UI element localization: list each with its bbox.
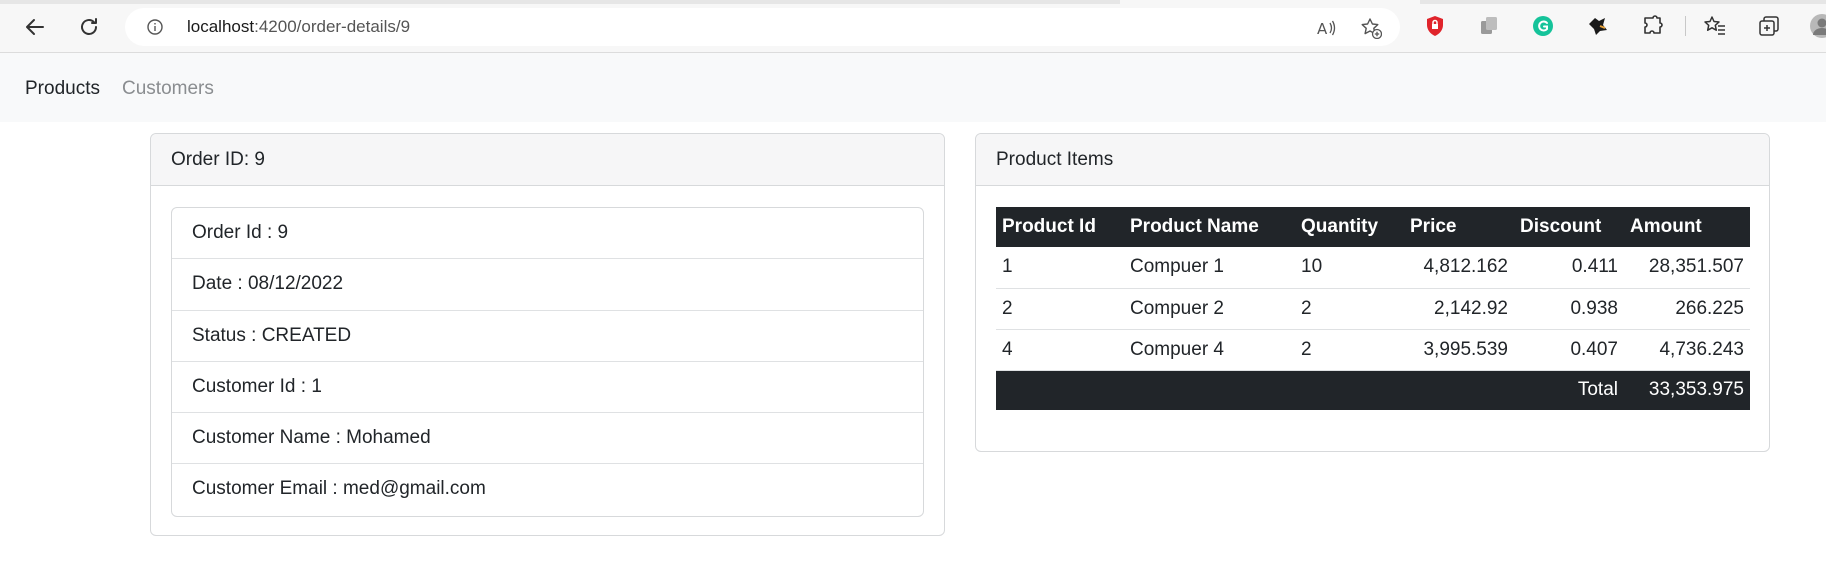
cell-product-id: 1 <box>996 247 1124 289</box>
order-card: Order ID: 9 Order Id : 9 Date : 08/12/20… <box>150 133 945 536</box>
info-icon[interactable] <box>147 19 163 35</box>
total-label: Total <box>996 370 1624 410</box>
cell-quantity: 2 <box>1295 329 1404 371</box>
cell-price: 2,142.92 <box>1404 288 1514 330</box>
cell-product-name: Compuer 4 <box>1124 329 1295 371</box>
column-header-amount: Amount <box>1624 207 1750 247</box>
active-tab-edge <box>1120 0 1420 4</box>
table-row: 4 Compuer 4 2 3,995.539 0.407 4,736.243 <box>996 329 1750 371</box>
cell-amount: 266.225 <box>1624 288 1750 330</box>
cell-product-id: 2 <box>996 288 1124 330</box>
read-aloud-icon[interactable]: A <box>1315 17 1337 39</box>
table-row: 2 Compuer 2 2 2,142.92 0.938 266.225 <box>996 288 1750 330</box>
order-date-item: Date : 08/12/2022 <box>172 259 923 311</box>
table-row: 1 Compuer 1 10 4,812.162 0.411 28,351.50… <box>996 247 1750 289</box>
cell-price: 4,812.162 <box>1404 247 1514 289</box>
collections-icon[interactable] <box>1757 14 1781 38</box>
favorites-icon[interactable] <box>1703 14 1727 38</box>
customer-name-item: Customer Name : Mohamed <box>172 413 923 465</box>
nav-link-products[interactable]: Products <box>25 78 100 100</box>
product-items-table: Product Id Product Name Quantity Price D… <box>996 207 1750 410</box>
product-items-title: Product Items <box>996 149 1114 170</box>
cell-discount: 0.407 <box>1514 329 1624 371</box>
product-items-card: Product Items Product Id Product Name Qu… <box>975 133 1770 452</box>
cell-amount: 28,351.507 <box>1624 247 1750 289</box>
grammarly-icon[interactable] <box>1531 14 1555 38</box>
svg-text:A: A <box>1317 20 1328 38</box>
cell-product-name: Compuer 1 <box>1124 247 1295 289</box>
cell-product-id: 4 <box>996 329 1124 371</box>
add-favorite-icon[interactable] <box>1360 17 1382 39</box>
table-header-row: Product Id Product Name Quantity Price D… <box>996 207 1750 247</box>
address-bar[interactable]: localhost:4200/order-details/9 A <box>125 8 1400 46</box>
url-path: :4200/order-details/9 <box>254 17 411 36</box>
toolbar-separator <box>1685 16 1686 36</box>
column-header-product-name: Product Name <box>1124 207 1295 247</box>
puzzle-extension-icon[interactable] <box>1586 14 1610 38</box>
profile-avatar-icon[interactable] <box>1810 14 1826 38</box>
product-items-header: Product Items <box>976 134 1769 186</box>
cell-discount: 0.938 <box>1514 288 1624 330</box>
cell-discount: 0.411 <box>1514 247 1624 289</box>
cell-amount: 4,736.243 <box>1624 329 1750 371</box>
shield-extension-icon[interactable] <box>1423 14 1447 38</box>
customer-id-item: Customer Id : 1 <box>172 362 923 414</box>
column-header-price: Price <box>1404 207 1514 247</box>
cell-quantity: 2 <box>1295 288 1404 330</box>
copy-extension-icon[interactable] <box>1477 14 1501 38</box>
customer-email-item: Customer Email : med@gmail.com <box>192 478 486 500</box>
browser-toolbar: localhost:4200/order-details/9 A <box>0 0 1826 53</box>
url-text[interactable]: localhost:4200/order-details/9 <box>187 17 410 37</box>
order-status-item: Status : CREATED <box>172 311 923 362</box>
cell-product-name: Compuer 2 <box>1124 288 1295 330</box>
cell-quantity: 10 <box>1295 247 1404 289</box>
total-value: 33,353.975 <box>1624 370 1750 410</box>
nav-link-customers[interactable]: Customers <box>122 78 214 100</box>
table-total-row: Total 33,353.975 <box>996 370 1750 410</box>
tab-strip <box>0 0 1826 4</box>
order-card-title: Order ID: 9 <box>171 149 265 170</box>
order-details-list: Order Id : 9 Date : 08/12/2022 Status : … <box>171 207 924 517</box>
app-navbar: Products Customers <box>0 53 1826 122</box>
order-id-item: Order Id : 9 <box>172 208 923 260</box>
back-arrow-icon[interactable] <box>20 12 50 42</box>
order-card-header: Order ID: 9 <box>151 134 944 186</box>
extensions-icon[interactable] <box>1641 14 1665 38</box>
reload-icon[interactable] <box>74 12 104 42</box>
cell-price: 3,995.539 <box>1404 329 1514 371</box>
url-host: localhost <box>187 17 255 36</box>
column-header-product-id: Product Id <box>996 207 1124 247</box>
column-header-discount: Discount <box>1514 207 1624 247</box>
column-header-quantity: Quantity <box>1295 207 1404 247</box>
